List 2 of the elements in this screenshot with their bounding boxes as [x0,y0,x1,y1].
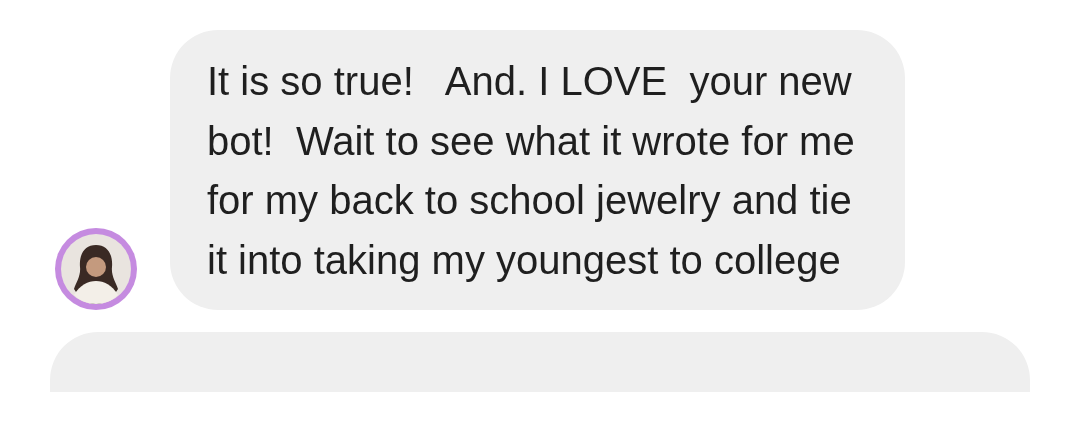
avatar[interactable] [54,227,138,311]
message-text: It is so true! And. I LOVE your new bot! Wait to see what it wrote for me for my back to school jewelry and tie it into taking my youngest to college [207,58,856,284]
